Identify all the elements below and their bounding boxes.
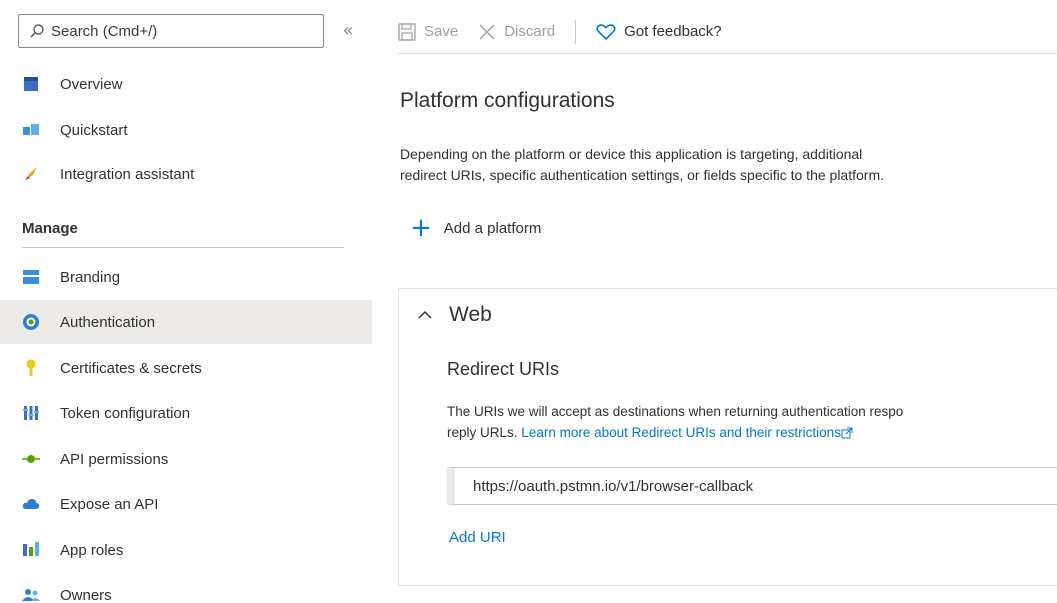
save-label: Save — [424, 23, 459, 40]
overview-icon — [22, 75, 40, 93]
sidebar-item-label: App roles — [60, 541, 124, 559]
web-card-header[interactable]: Web — [417, 303, 492, 327]
plus-icon: + — [410, 213, 432, 243]
app-roles-icon — [22, 541, 40, 559]
add-platform-label: Add a platform — [443, 219, 542, 237]
redirect-uri-input[interactable]: https://oauth.pstmn.io/v1/browser-callba… — [447, 467, 1057, 505]
sidebar-item-owners[interactable]: Owners — [0, 573, 372, 603]
search-icon — [30, 24, 44, 38]
sidebar-item-authentication[interactable]: Authentication — [0, 300, 372, 344]
web-platform-card: Web Redirect URIs The URIs we will accep… — [398, 288, 1057, 586]
page-description: Depending on the platform or device this… — [400, 144, 1057, 186]
owners-icon — [22, 586, 40, 603]
save-icon — [398, 22, 416, 41]
main-panel: Save Discard Got feedback? Platform conf… — [384, 0, 1057, 603]
sidebar-item-label: Branding — [60, 268, 121, 286]
rocket-icon — [22, 165, 40, 183]
search-placeholder: Search (Cmd+/) — [51, 22, 158, 40]
sidebar-item-app-roles[interactable]: App roles — [0, 528, 372, 572]
page-title: Platform configurations — [400, 89, 615, 112]
description-line: redirect URIs, specific authentication s… — [400, 167, 884, 183]
sidebar-item-label: Quickstart — [60, 121, 128, 139]
search-input[interactable]: Search (Cmd+/) — [18, 14, 324, 48]
redirect-desc-prefix: reply URLs. — [447, 425, 518, 440]
redirect-uris-title: Redirect URIs — [447, 359, 560, 379]
sidebar-item-label: Certificates & secrets — [60, 359, 202, 377]
external-link-icon — [841, 427, 853, 439]
heart-icon — [596, 23, 616, 40]
authentication-icon — [22, 313, 40, 331]
redirect-uri-value: https://oauth.pstmn.io/v1/browser-callba… — [473, 477, 754, 495]
chevron-up-icon — [418, 310, 432, 319]
redirect-uris-description: The URIs we will accept as destinations … — [447, 401, 1057, 443]
redirect-desc-line: reply URLs. Learn more about Redirect UR… — [447, 422, 1057, 443]
redirect-desc-line: The URIs we will accept as destinations … — [447, 404, 904, 419]
sidebar-item-branding[interactable]: Branding — [0, 255, 372, 299]
discard-button[interactable]: Discard — [478, 23, 555, 41]
sidebar-item-certificates-secrets[interactable]: Certificates & secrets — [0, 346, 372, 390]
sidebar-item-label: Expose an API — [60, 495, 159, 513]
save-button[interactable]: Save — [398, 22, 459, 41]
sidebar-item-expose-an-api[interactable]: Expose an API — [0, 482, 372, 526]
sidebar-item-label: Overview — [60, 75, 123, 93]
app-window: Search (Cmd+/) « Overview Quickstart Int… — [0, 0, 1057, 603]
add-platform-button[interactable]: + Add a platform — [410, 213, 542, 243]
sidebar: Search (Cmd+/) « Overview Quickstart Int… — [0, 0, 372, 603]
sidebar-item-label: Owners — [60, 586, 112, 603]
add-uri-link[interactable]: Add URI — [449, 529, 506, 546]
token-icon — [22, 404, 40, 422]
collapse-sidebar-button[interactable]: « — [336, 18, 360, 44]
sidebar-item-label: API permissions — [60, 450, 169, 468]
feedback-button[interactable]: Got feedback? — [596, 23, 722, 41]
sidebar-item-label: Integration assistant — [60, 165, 195, 183]
toolbar-divider — [575, 19, 577, 44]
api-permissions-icon — [22, 450, 40, 468]
sidebar-item-quickstart[interactable]: Quickstart — [0, 108, 372, 152]
web-card-title: Web — [449, 303, 492, 326]
sidebar-item-integration-assistant[interactable]: Integration assistant — [0, 152, 372, 196]
sidebar-item-api-permissions[interactable]: API permissions — [0, 437, 372, 481]
manage-section-header: Manage — [22, 220, 344, 248]
command-bar: Save Discard Got feedback? — [398, 10, 1057, 54]
key-icon — [22, 359, 40, 377]
feedback-label: Got feedback? — [624, 23, 722, 40]
quickstart-icon — [22, 121, 40, 139]
sidebar-item-overview[interactable]: Overview — [0, 62, 372, 106]
cloud-icon — [22, 495, 40, 513]
sidebar-item-label: Authentication — [60, 313, 156, 331]
learn-more-link[interactable]: Learn more about Redirect URIs and their… — [521, 425, 841, 440]
close-icon — [479, 24, 495, 39]
description-line: Depending on the platform or device this… — [400, 146, 863, 162]
discard-label: Discard — [504, 23, 556, 40]
branding-icon — [22, 268, 40, 286]
sidebar-item-label: Token configuration — [60, 404, 191, 422]
sidebar-item-token-configuration[interactable]: Token configuration — [0, 391, 372, 435]
